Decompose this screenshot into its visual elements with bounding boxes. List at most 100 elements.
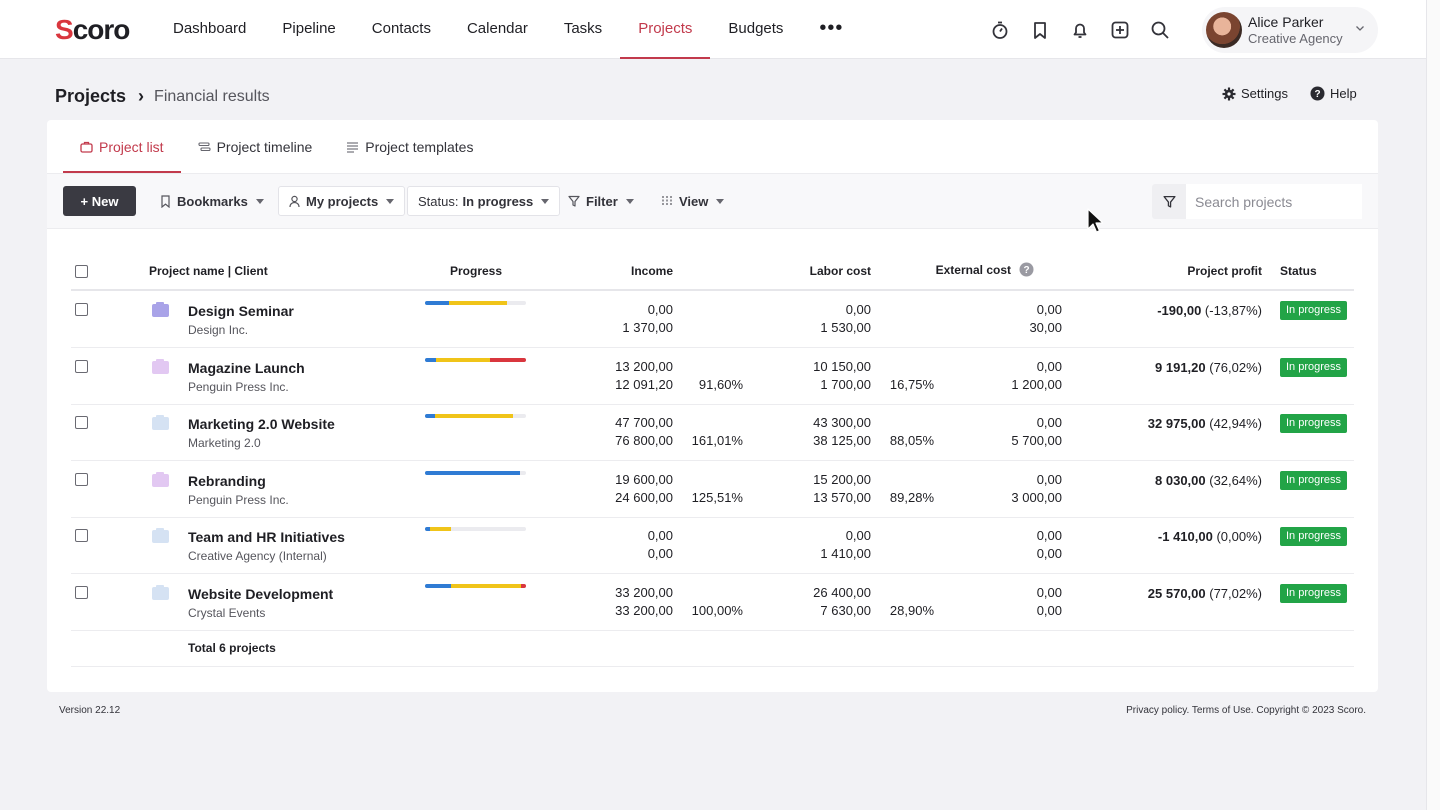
income-planned: 47 700,00	[615, 415, 673, 431]
tab-project-timeline[interactable]: Project timeline	[181, 120, 330, 173]
breadcrumb-projects[interactable]: Projects	[55, 86, 126, 107]
labor-actual: 1 700,00	[820, 376, 871, 392]
page-scrollbar[interactable]	[1426, 0, 1440, 810]
income-planned: 0,00	[647, 302, 673, 317]
nav-dashboard[interactable]: Dashboard	[155, 0, 264, 59]
project-profit: -190,00 (-13,87%)	[1157, 303, 1262, 318]
status-dropdown[interactable]: Status: In progress	[407, 186, 561, 216]
client-name: Penguin Press Inc.	[188, 379, 289, 394]
col-income[interactable]: Income	[631, 264, 673, 278]
project-name[interactable]: Rebranding	[188, 473, 266, 489]
bell-icon[interactable]	[1066, 17, 1094, 43]
income-planned: 19 600,00	[615, 471, 673, 487]
table-total-row: Total 6 projects	[71, 630, 1354, 667]
progress-segment	[430, 527, 452, 532]
col-labor-cost[interactable]: Labor cost	[810, 264, 871, 278]
external-actual: 0,00	[1036, 603, 1062, 618]
col-external-cost[interactable]: External cost ?	[936, 262, 1034, 277]
nav-budgets[interactable]: Budgets	[710, 0, 801, 59]
my-projects-dropdown[interactable]: My projects	[278, 186, 406, 216]
status-badge: In progress	[1280, 414, 1348, 434]
project-name[interactable]: Website Development	[188, 586, 333, 602]
bookmarks-dropdown[interactable]: Bookmarks	[150, 186, 274, 216]
top-icons	[986, 17, 1186, 43]
nav-tasks[interactable]: Tasks	[546, 0, 620, 59]
progress-bar	[425, 584, 526, 588]
select-all-checkbox[interactable]	[75, 265, 88, 278]
stopwatch-icon[interactable]	[986, 17, 1014, 43]
filter-dropdown[interactable]: Filter	[558, 186, 644, 216]
project-profit: 32 975,00 (42,94%)	[1147, 416, 1262, 432]
funnel-icon	[568, 195, 580, 207]
search-icon[interactable]	[1146, 17, 1174, 43]
progress-segment	[451, 584, 521, 588]
table-row[interactable]: Marketing 2.0 Website Marketing 2.0 47 7…	[71, 404, 1354, 462]
timeline-icon	[198, 141, 211, 151]
table-row[interactable]: Website Development Crystal Events 33 20…	[71, 574, 1354, 631]
nav-pipeline[interactable]: Pipeline	[264, 0, 353, 59]
nav-contacts[interactable]: Contacts	[354, 0, 449, 59]
add-square-icon[interactable]	[1106, 17, 1134, 43]
more-menu-icon[interactable]: •••	[801, 0, 861, 59]
settings-button[interactable]: Settings	[1222, 86, 1288, 101]
main-menu: Dashboard Pipeline Contacts Calendar Tasks Pr…	[155, 0, 861, 59]
new-project-button[interactable]: + New	[63, 186, 136, 216]
progress-segment	[436, 357, 490, 362]
help-button[interactable]: ? Help	[1310, 86, 1357, 101]
nav-calendar[interactable]: Calendar	[449, 0, 546, 59]
client-name: Design Inc.	[188, 323, 249, 337]
table-row[interactable]: Design Seminar Design Inc. 0,00 1 370,00…	[71, 291, 1354, 348]
project-name[interactable]: Team and HR Initiatives	[188, 529, 345, 545]
col-progress[interactable]: Progress	[450, 264, 502, 278]
external-actual: 3 000,00	[1011, 489, 1062, 505]
income-actual: 76 800,00	[615, 433, 673, 449]
folder-icon	[152, 415, 169, 431]
table-row[interactable]: Rebranding Penguin Press Inc. 19 600,00 …	[71, 461, 1354, 518]
view-dropdown[interactable]: View	[651, 186, 734, 216]
project-name[interactable]: Magazine Launch	[188, 360, 305, 376]
table-row[interactable]: Team and HR Initiatives Creative Agency …	[71, 517, 1354, 575]
breadcrumb-separator: ›	[138, 86, 145, 106]
avatar	[1206, 12, 1242, 48]
row-checkbox[interactable]	[75, 586, 88, 599]
scoro-logo[interactable]: Scoro	[55, 14, 130, 46]
row-checkbox[interactable]	[75, 303, 88, 316]
user-menu[interactable]: Alice Parker Creative Agency	[1202, 7, 1378, 53]
external-planned: 0,00	[1036, 585, 1062, 600]
total-projects: Total 6 projects	[188, 641, 276, 655]
table-row[interactable]: Magazine Launch Penguin Press Inc. 13 20…	[71, 348, 1354, 405]
row-checkbox[interactable]	[75, 416, 88, 430]
col-status[interactable]: Status	[1280, 264, 1317, 278]
table-header: Project name | Client Progress Income La…	[71, 251, 1354, 291]
income-percent: 161,01%	[691, 433, 743, 449]
progress-bar	[425, 301, 526, 305]
project-name[interactable]: Marketing 2.0 Website	[188, 416, 335, 432]
labor-percent: 88,05%	[889, 433, 934, 449]
footer-legal-links[interactable]: Privacy policy. Terms of Use. Copyright …	[1126, 705, 1366, 716]
labor-percent: 16,75%	[889, 376, 934, 392]
info-icon[interactable]: ?	[1019, 262, 1034, 277]
income-planned: 0,00	[647, 528, 673, 544]
tab-project-list[interactable]: Project list	[63, 120, 181, 173]
nav-projects[interactable]: Projects	[620, 0, 711, 59]
search-box	[1152, 184, 1362, 219]
project-name[interactable]: Design Seminar	[188, 303, 294, 319]
status-badge: In progress	[1280, 470, 1348, 490]
progress-segment	[425, 470, 520, 475]
tab-project-templates[interactable]: Project templates	[329, 120, 490, 173]
external-planned: 0,00	[1036, 302, 1062, 317]
progress-bar	[425, 414, 526, 419]
search-input[interactable]	[1186, 184, 1362, 219]
row-checkbox[interactable]	[75, 529, 88, 543]
col-project-profit[interactable]: Project profit	[1187, 264, 1262, 278]
col-project-name[interactable]: Project name | Client	[149, 264, 268, 278]
row-checkbox[interactable]	[75, 472, 88, 486]
progress-segment	[425, 357, 437, 362]
labor-actual: 38 125,00	[813, 433, 871, 449]
help-icon: ?	[1310, 86, 1325, 101]
search-filter-icon[interactable]	[1152, 184, 1186, 219]
row-checkbox[interactable]	[75, 359, 88, 373]
income-actual: 24 600,00	[615, 489, 673, 505]
income-percent: 100,00%	[691, 603, 743, 618]
bookmark-icon[interactable]	[1026, 17, 1054, 43]
